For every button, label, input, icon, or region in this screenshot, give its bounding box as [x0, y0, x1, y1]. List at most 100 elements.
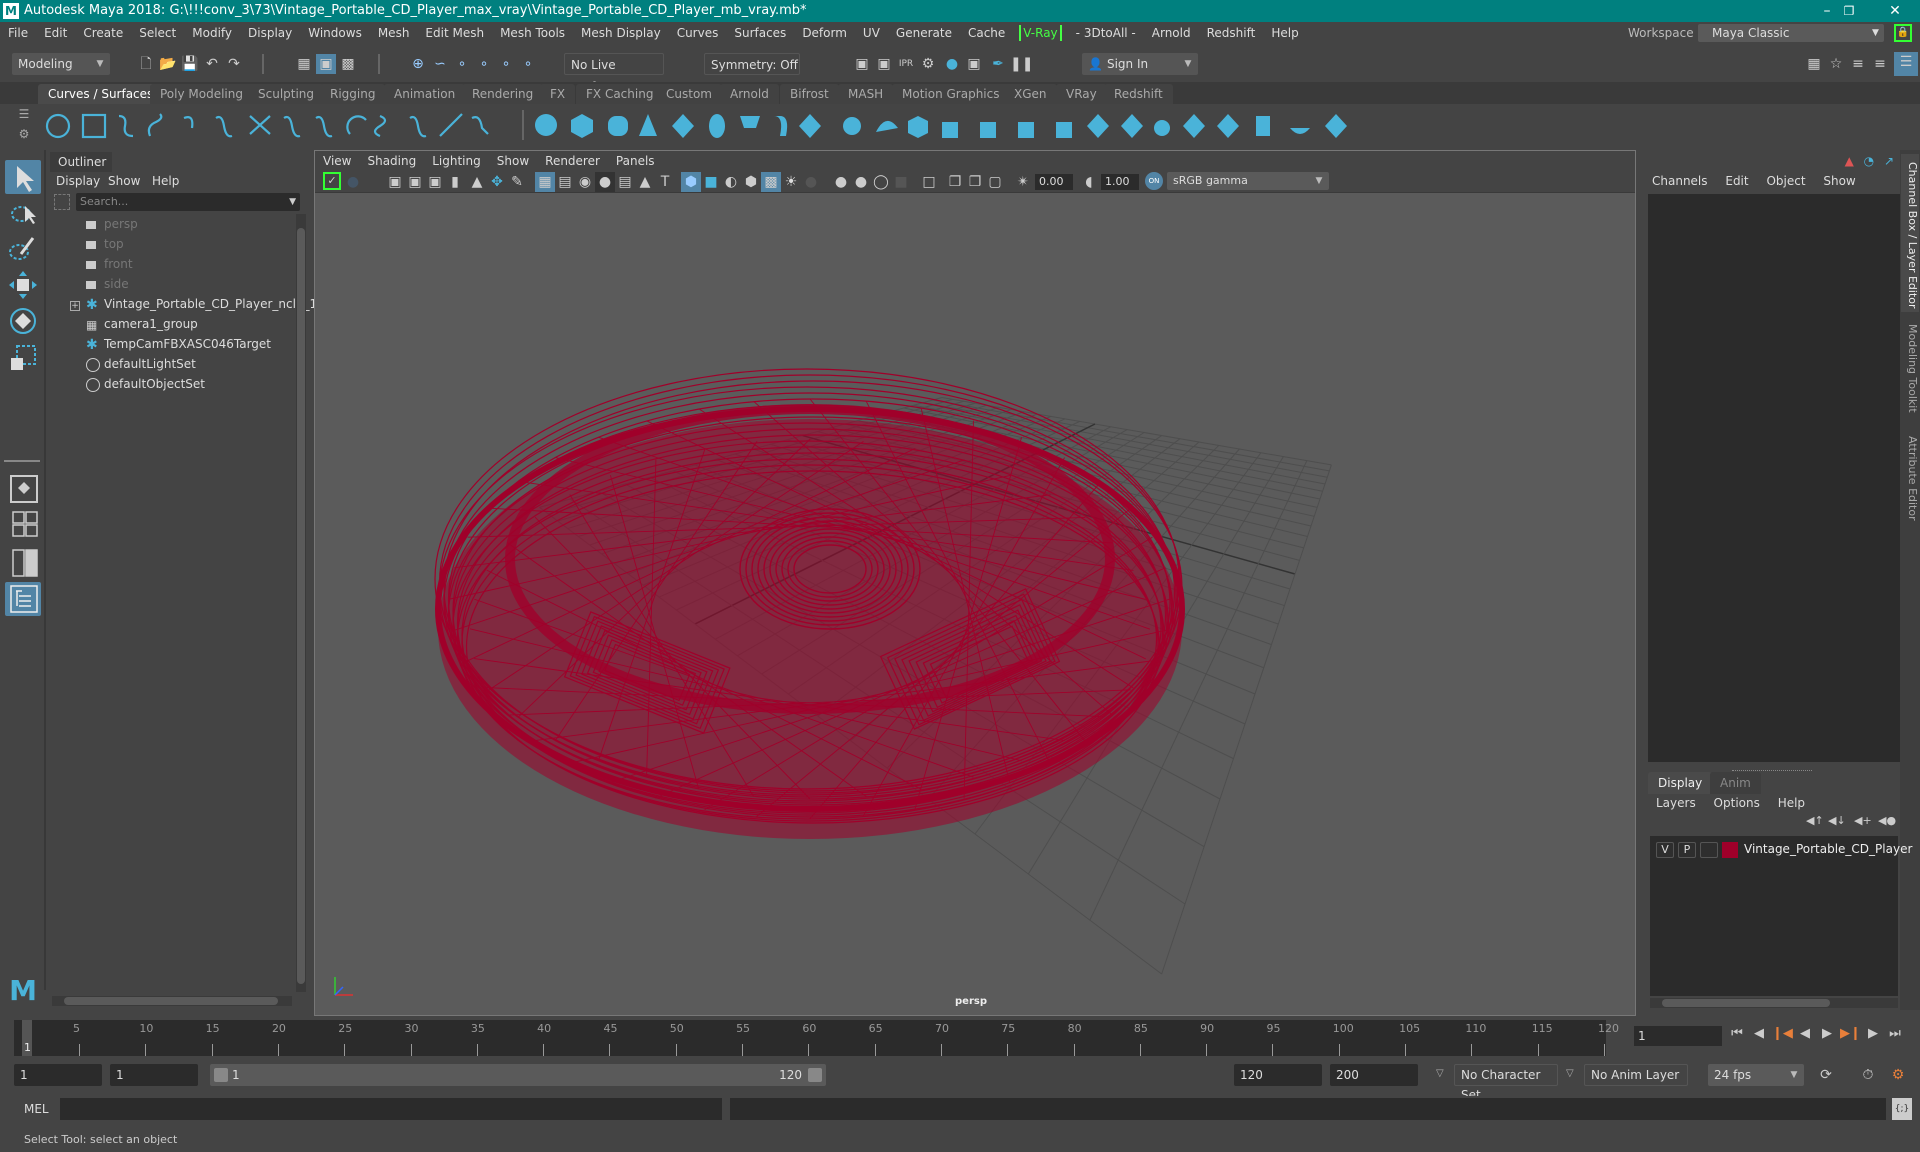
select-hierarchy-icon[interactable]: ▦ — [294, 54, 314, 74]
resolution-gate-icon[interactable]: ◉ — [575, 172, 595, 192]
safe-action-icon[interactable]: ▲ — [635, 172, 655, 192]
outliner-layout-button[interactable] — [5, 582, 41, 616]
tab-attribute-editor[interactable]: Attribute Editor — [1901, 428, 1919, 528]
go-to-end-icon[interactable]: ⏭ — [1886, 1026, 1904, 1046]
2d-pan-zoom-icon[interactable]: ✥ — [487, 172, 507, 192]
menu-display[interactable]: Display — [240, 22, 300, 44]
new-empty-layer-icon[interactable]: ◀+ — [1854, 814, 1872, 827]
screen-space-ao-icon[interactable]: ● — [831, 172, 851, 192]
wireframe-icon[interactable]: ⬢ — [681, 172, 701, 192]
current-frame-field[interactable]: 1 — [1634, 1026, 1722, 1046]
render-region-icon[interactable]: ● — [343, 172, 363, 192]
snap-surface-icon[interactable]: ∘ — [496, 54, 516, 74]
outliner-horizontal-scrollbar[interactable] — [52, 996, 292, 1006]
menu-create[interactable]: Create — [75, 22, 131, 44]
use-all-lights-icon[interactable]: ☀ — [781, 172, 801, 192]
expand-icon[interactable]: + — [70, 301, 80, 311]
outliner-search-input[interactable]: Search... ▼ — [76, 193, 300, 211]
paint-select-tool-button[interactable] — [5, 232, 41, 266]
snap-point-icon[interactable]: ∘ — [452, 54, 472, 74]
shelf-menu-icon[interactable]: ☰ ⚙ — [16, 104, 32, 144]
open-scene-icon[interactable]: 📂 — [158, 54, 178, 74]
snap-view-icon[interactable]: ∘ — [474, 54, 494, 74]
channel-box-toggle-icon[interactable]: ☰ — [1894, 52, 1918, 76]
select-object-icon[interactable]: ▣ — [316, 54, 336, 74]
scale-tool-button[interactable] — [5, 340, 41, 374]
script-editor-icon[interactable]: {;} — [1892, 1098, 1912, 1120]
playback-range-slider[interactable]: 1 120 — [210, 1064, 826, 1086]
channel-box-menu-edit[interactable]: Edit — [1725, 174, 1748, 188]
menu-edit-mesh[interactable]: Edit Mesh — [417, 22, 492, 44]
menu-surfaces[interactable]: Surfaces — [726, 22, 794, 44]
render-setup-icon[interactable]: ▣ — [964, 54, 984, 74]
outliner-menu-show[interactable]: Show — [108, 174, 140, 188]
lock-camera-icon[interactable]: ▣ — [405, 172, 425, 192]
anti-aliasing-icon[interactable]: ◯ — [871, 172, 891, 192]
hypershade-icon[interactable]: ● — [942, 54, 962, 74]
play-backwards-icon[interactable]: ◀ — [1796, 1026, 1814, 1046]
motion-blur-icon[interactable]: ● — [851, 172, 871, 192]
menu-mesh-tools[interactable]: Mesh Tools — [492, 22, 573, 44]
snap-live-icon[interactable]: ∘ — [518, 54, 538, 74]
layer-tab-display[interactable]: Display — [1648, 772, 1713, 794]
animation-start-field[interactable]: 1 — [14, 1064, 102, 1086]
render-view-icon[interactable]: ▣ — [852, 54, 872, 74]
layer-row[interactable]: V P Vintage_Portable_CD_Player — [1650, 836, 1912, 864]
shadows-icon[interactable]: ● — [801, 172, 821, 192]
exposure-icon[interactable]: ✴ — [1013, 172, 1033, 192]
step-forward-key-icon[interactable]: ▶❙ — [1840, 1026, 1861, 1046]
step-forward-frame-icon[interactable]: ▶ — [1864, 1026, 1882, 1046]
menu-deform[interactable]: Deform — [794, 22, 855, 44]
grid-icon[interactable]: ▦ — [535, 172, 555, 192]
outliner-vertical-scrollbar[interactable] — [296, 214, 306, 992]
smooth-shade-icon[interactable]: ■ — [701, 172, 721, 192]
playback-start-field[interactable]: 1 — [110, 1064, 198, 1086]
move-layer-up-icon[interactable]: ◀↑ — [1806, 814, 1824, 827]
mode-dropdown[interactable]: Modeling ▼ — [12, 53, 110, 75]
menu-3dtoall[interactable]: - 3DtoAll - — [1068, 22, 1144, 44]
vray-toggle-icon[interactable]: ✓ — [323, 172, 341, 190]
shelf-tab-custom[interactable]: Custom — [656, 84, 722, 104]
scrollbar-thumb[interactable] — [297, 228, 305, 984]
filter-icon[interactable] — [54, 194, 70, 210]
two-view-layout-button[interactable] — [5, 546, 41, 580]
menu-generate[interactable]: Generate — [888, 22, 960, 44]
restore-icon[interactable]: ❐ — [1826, 0, 1872, 22]
sign-in-dropdown[interactable]: 👤 Sign In ▼ — [1082, 53, 1198, 75]
camera-overscan-icon[interactable]: ▢ — [985, 172, 1005, 192]
select-component-icon[interactable]: ▩ — [338, 54, 358, 74]
fps-dropdown[interactable]: 24 fps ▼ — [1708, 1064, 1804, 1086]
move-tool-button[interactable] — [5, 268, 41, 302]
menu-modify[interactable]: Modify — [184, 22, 240, 44]
xray-icon[interactable]: ▩ — [761, 172, 781, 192]
lock-icon[interactable]: 🔒 — [1894, 24, 1912, 42]
command-language-label[interactable]: MEL — [24, 1102, 49, 1116]
human-ik-icon[interactable]: ☆ — [1826, 54, 1846, 74]
snap-curve-icon[interactable]: ∽ — [430, 54, 450, 74]
layer-horizontal-scrollbar[interactable] — [1650, 998, 1898, 1008]
save-scene-icon[interactable]: 💾 — [180, 54, 200, 74]
move-layer-down-icon[interactable]: ◀↓ — [1828, 814, 1846, 827]
range-end-handle[interactable] — [808, 1068, 822, 1082]
new-layer-from-selection-icon[interactable]: ◀● — [1878, 814, 1896, 827]
menu-windows[interactable]: Windows — [300, 22, 370, 44]
grease-pencil-icon[interactable]: ✎ — [507, 172, 527, 192]
film-gate-icon[interactable]: ▤ — [555, 172, 575, 192]
gamma-field[interactable]: 1.00 — [1101, 174, 1139, 190]
scrollbar-thumb[interactable] — [64, 997, 278, 1005]
outliner-item-tempcam-target[interactable]: ✱ TempCamFBXASC046Target — [86, 334, 271, 354]
layer-color-swatch[interactable] — [1722, 842, 1738, 858]
pause-icon[interactable]: ❚❚ — [1010, 54, 1033, 74]
channel-box-menu-show[interactable]: Show — [1823, 174, 1855, 188]
camera-attributes-icon[interactable]: ▣ — [425, 172, 445, 192]
safe-title-icon[interactable]: T — [655, 172, 675, 192]
menu-help[interactable]: Help — [1263, 22, 1306, 44]
layer-display-type-toggle[interactable] — [1700, 842, 1718, 858]
xray-active-icon[interactable]: ❐ — [965, 172, 985, 192]
viewport-menu-lighting[interactable]: Lighting — [424, 151, 489, 171]
outliner-item-persp[interactable]: persp — [86, 214, 138, 234]
shelf-tab-bifrost[interactable]: Bifrost — [780, 84, 839, 104]
field-chart-icon[interactable]: ▤ — [615, 172, 635, 192]
menu-curves[interactable]: Curves — [669, 22, 727, 44]
loop-icon[interactable]: ⟳ — [1816, 1065, 1836, 1085]
